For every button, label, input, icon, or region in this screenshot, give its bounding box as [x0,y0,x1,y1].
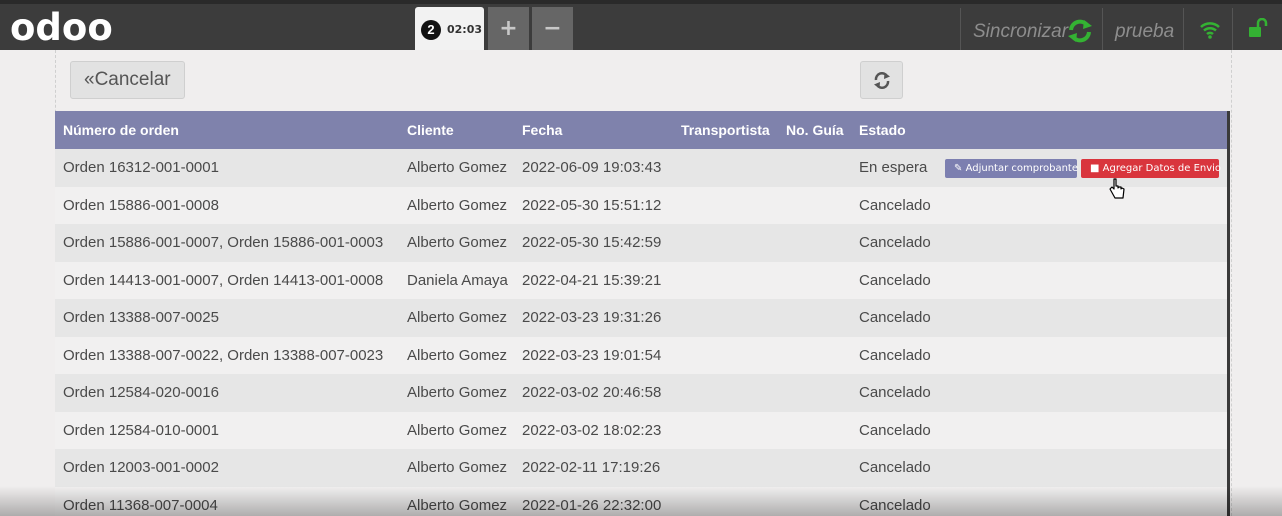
orders-table: Número de orden Cliente Fecha Transporti… [55,111,1230,516]
client-cell: Alberto Gomez [407,384,508,401]
sync-icon[interactable] [1067,19,1093,43]
user-name[interactable]: prueba [1115,21,1174,43]
date-cell: 2022-03-23 19:01:54 [522,346,662,364]
table-row[interactable]: Orden 16312-001-0001 Alberto Gomez 2022-… [55,149,1230,187]
unlock-icon[interactable] [1247,18,1269,40]
svg-text:odoo: odoo [10,8,113,48]
divider [1232,8,1233,50]
new-order-button[interactable]: + [488,7,529,50]
table-header: Número de orden Cliente Fecha Transporti… [55,111,1230,149]
order-cell: Orden 12584-020-0016 [63,384,219,401]
wifi-icon [1200,22,1220,39]
date-cell: 2022-03-02 18:02:23 [522,421,662,439]
table-row[interactable]: Orden 12584-010-0001 Alberto Gomez 2022-… [55,411,1230,449]
divider [960,8,961,50]
client-cell: Alberto Gomez [407,421,508,439]
table-row[interactable]: Orden 15886-001-0007, Orden 15886-001-00… [55,224,1230,262]
client-cell: Daniela Amaya [407,271,508,289]
refresh-icon [874,72,890,89]
date-cell: 2022-04-21 15:39:21 [522,271,662,289]
client-cell: Alberto Gomez [407,346,508,364]
status-cell: Cancelado [859,421,931,439]
table-row[interactable]: Orden 15886-001-0008 Alberto Gomez 2022-… [55,186,1230,224]
paperclip-icon: ✎ [954,163,963,174]
date-cell: 2022-05-30 15:42:59 [522,234,662,251]
date-cell: 2022-03-23 19:31:26 [522,309,662,326]
client-cell: Alberto Gomez [407,496,508,514]
table-row[interactable]: Orden 13388-007-0025 Alberto Gomez 2022-… [55,299,1230,337]
status-cell: Cancelado [859,309,931,326]
date-cell: 2022-05-30 15:51:12 [522,196,662,214]
order-tab[interactable]: 2 02:03 [415,7,484,50]
date-cell: 2022-01-26 22:32:00 [522,496,662,514]
order-number-badge: 2 [421,20,441,40]
status-cell: Cancelado [859,459,931,476]
add-shipping-data-label: Agregar Datos de Envio [1102,163,1222,174]
status-cell: Cancelado [859,496,931,514]
order-cell: Orden 12584-010-0001 [63,421,219,439]
divider [1102,8,1103,50]
order-cell: Orden 15886-001-0008 [63,196,219,214]
client-cell: Alberto Gomez [407,459,508,476]
attach-receipt-label: Adjuntar comprobante [965,163,1078,174]
order-cell: Orden 15886-001-0007, Orden 15886-001-00… [63,234,384,251]
table-row[interactable]: Orden 12003-001-0002 Alberto Gomez 2022-… [55,449,1230,487]
table-row[interactable]: Orden 14413-001-0007, Orden 14413-001-00… [55,261,1230,299]
date-cell: 2022-03-02 20:46:58 [522,384,662,401]
order-cell: Orden 11368-007-0004 [63,496,218,514]
sync-label[interactable]: Sincronizar [973,21,1068,43]
status-cell: En espera [859,159,928,176]
truck-icon: ■ [1090,163,1100,174]
refresh-button[interactable] [860,61,903,99]
table-body: Orden 16312-001-0001 Alberto Gomez 2022-… [55,149,1230,516]
date-cell: 2022-06-09 19:03:43 [522,159,662,176]
add-shipping-data-button[interactable]: ■ Agregar Datos de Envio [1081,159,1222,178]
table-row[interactable]: Orden 12584-020-0016 Alberto Gomez 2022-… [55,374,1230,412]
client-cell: Alberto Gomez [407,159,508,176]
status-cell: Cancelado [859,384,931,401]
col-header-order[interactable]: Número de orden [63,122,179,138]
hand-pointer-cursor [1109,178,1125,199]
client-cell: Alberto Gomez [407,309,508,326]
client-cell: Alberto Gomez [407,234,508,251]
date-cell: 2022-02-11 17:19:26 [522,459,661,476]
client-cell: Alberto Gomez [407,196,508,214]
col-header-tracking[interactable]: No. Guía [786,122,844,138]
col-header-carrier[interactable]: Transportista [681,122,770,138]
order-cell: Orden 14413-001-0007, Orden 14413-001-00… [63,271,384,289]
status-cell: Cancelado [859,196,931,214]
table-row[interactable]: Orden 11368-007-0004 Alberto Gomez 2022-… [55,486,1230,516]
col-header-date[interactable]: Fecha [522,122,562,138]
order-cell: Orden 13388-007-0025 [63,309,219,326]
divider [1183,8,1184,50]
attach-receipt-button[interactable]: ✎ Adjuntar comprobante [945,159,1078,178]
status-cell: Cancelado [859,271,931,289]
col-header-client[interactable]: Cliente [407,122,454,138]
order-cell: Orden 12003-001-0002 [63,459,219,476]
order-cell: Orden 16312-001-0001 [63,159,219,176]
status-cell: Cancelado [859,346,931,364]
status-cell: Cancelado [859,234,931,251]
cancel-button[interactable]: «Cancelar [70,61,185,99]
odoo-logo: odoo [10,8,113,48]
col-header-status[interactable]: Estado [859,122,906,138]
table-row[interactable]: Orden 13388-007-0022, Orden 13388-007-00… [55,336,1230,374]
top-bar: odoo 2 02:03 + − Sincronizar prueba [0,0,1282,50]
order-time: 02:03 [447,23,483,36]
order-cell: Orden 13388-007-0022, Orden 13388-007-00… [63,346,384,364]
delete-order-button[interactable]: − [532,7,573,50]
